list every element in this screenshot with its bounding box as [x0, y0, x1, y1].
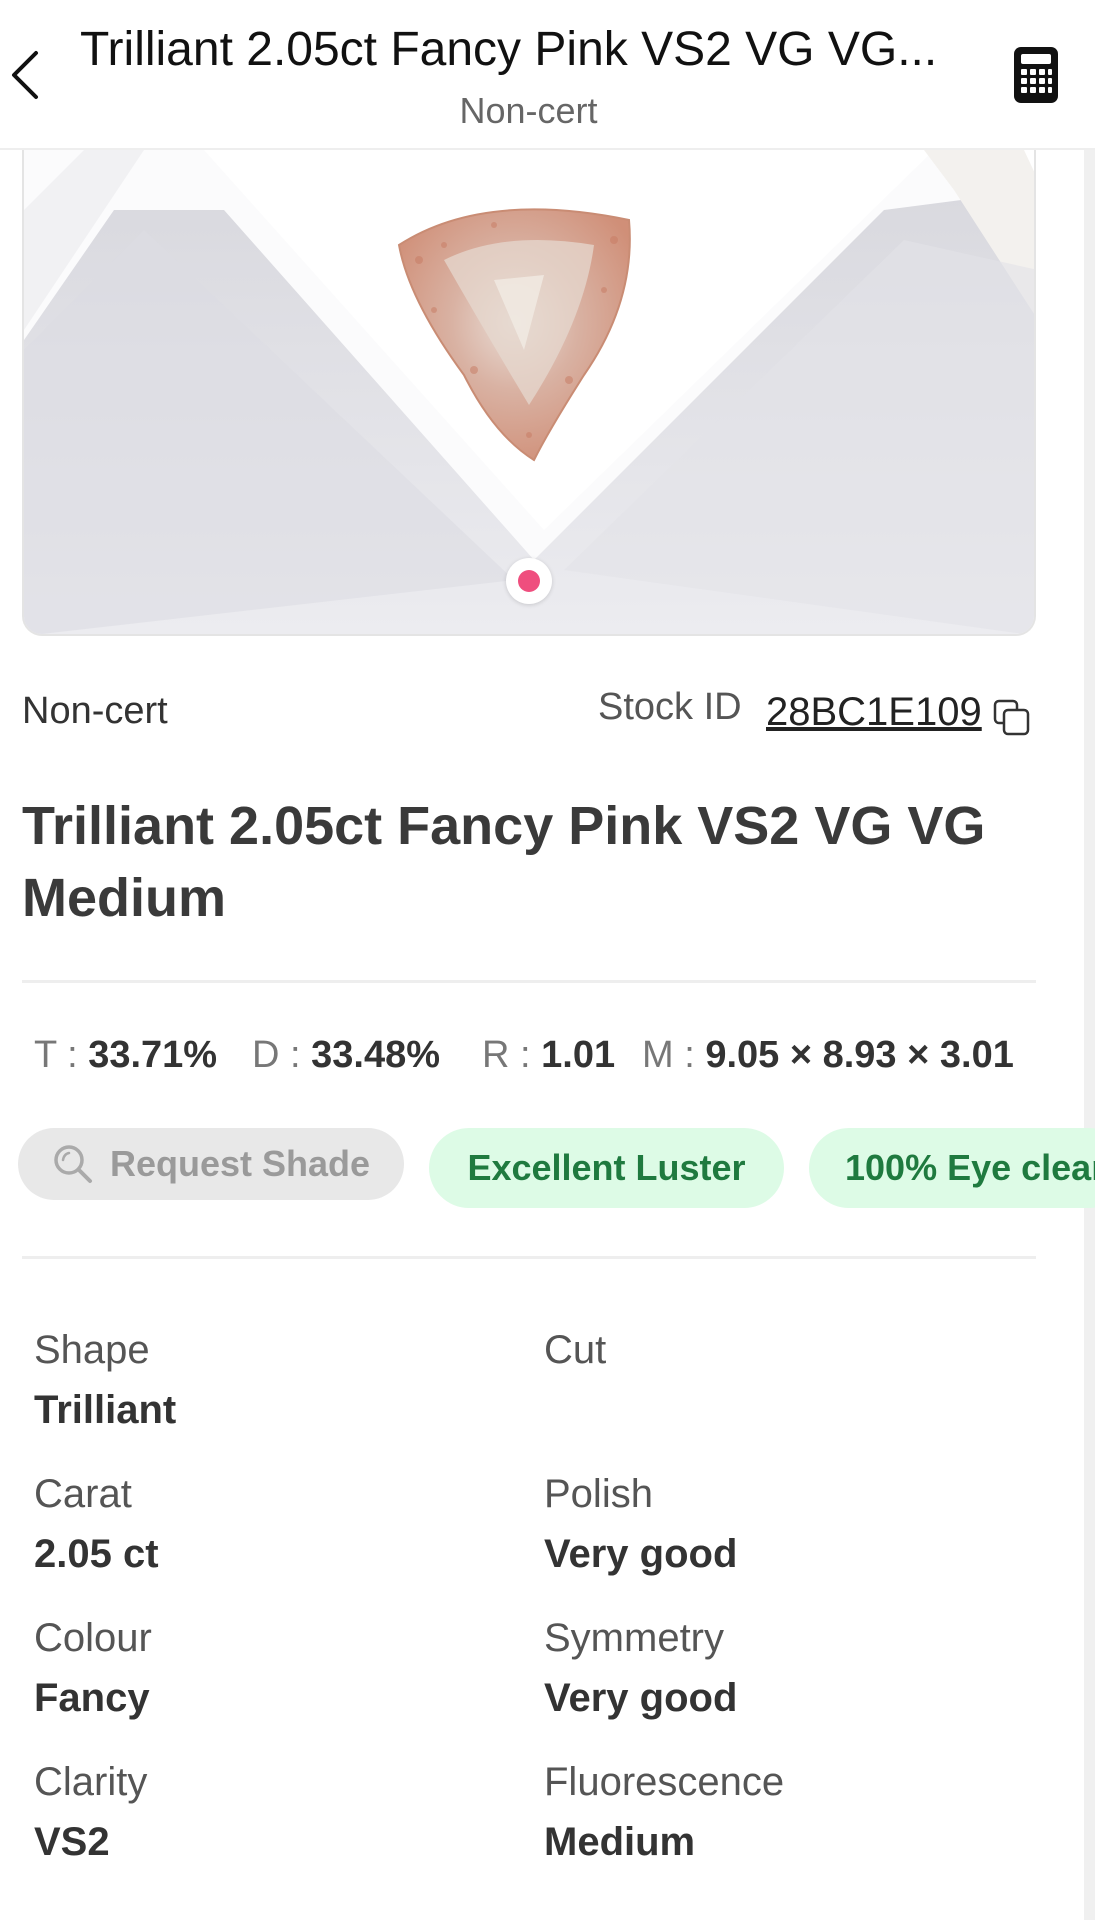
- measure-depth-value: 33.48%: [311, 1034, 441, 1076]
- request-shade-label: Request Shade: [109, 1143, 371, 1184]
- diamond-title: Trilliant 2.05ct Fancy Pink VS2 VG VG Me…: [22, 796, 986, 928]
- spec-clarity-label: Clarity: [34, 1760, 148, 1804]
- divider: [22, 980, 1036, 983]
- scrollbar-track: [1084, 150, 1095, 1920]
- spec-symmetry-value: Very good: [544, 1676, 738, 1720]
- luster-chip-label: Excellent Luster: [467, 1147, 746, 1188]
- measure-table-key: T :: [34, 1034, 78, 1076]
- calculator-button[interactable]: [1008, 44, 1064, 106]
- measure-dimensions-value: 9.05 × 8.93 × 3.01: [705, 1034, 1014, 1076]
- spec-symmetry-label: Symmetry: [544, 1616, 724, 1660]
- page-title: Trilliant 2.05ct Fancy Pink VS2 VG VG...: [80, 23, 938, 76]
- spec-clarity-value: VS2: [34, 1820, 110, 1864]
- calculator-icon: [1014, 47, 1058, 103]
- stock-id-label: Stock ID: [598, 686, 742, 728]
- spec-cut-label: Cut: [544, 1328, 607, 1372]
- spec-polish-value: Very good: [544, 1532, 738, 1576]
- measure-dimensions: M : 9.05 × 8.93 × 3.01: [642, 1034, 1014, 1077]
- measure-table-value: 33.71%: [88, 1034, 218, 1076]
- eye-clean-chip: 100% Eye clean: [809, 1128, 1095, 1208]
- measure-ratio-key: R :: [482, 1034, 531, 1076]
- diamond-detail-page: Trilliant 2.05ct Fancy Pink VS2 VG VG...…: [0, 0, 1095, 1920]
- divider: [22, 1256, 1036, 1259]
- cert-status: Non-cert: [22, 690, 168, 732]
- spec-colour-value: Fancy: [34, 1676, 150, 1720]
- stock-id-link[interactable]: 28BC1E109: [766, 690, 982, 735]
- spec-carat-label: Carat: [34, 1472, 132, 1516]
- spec-fluorescence-label: Fluorescence: [544, 1760, 785, 1804]
- measure-table: T : 33.71%: [34, 1034, 217, 1077]
- measure-depth-key: D :: [252, 1034, 301, 1076]
- spec-shape-value: Trilliant: [34, 1388, 177, 1432]
- spec-colour-label: Colour: [34, 1616, 152, 1660]
- spec-carat-value: 2.05 ct: [34, 1532, 159, 1576]
- copy-button[interactable]: [992, 698, 1032, 738]
- measure-ratio-value: 1.01: [541, 1034, 616, 1076]
- spec-fluorescence-value: Medium: [544, 1820, 696, 1864]
- spec-polish-label: Polish: [544, 1472, 653, 1516]
- request-shade-button[interactable]: Request Shade: [18, 1128, 404, 1200]
- luster-chip: Excellent Luster: [429, 1128, 784, 1208]
- copy-icon: [993, 699, 1030, 736]
- eye-clean-chip-label: 100% Eye clean: [845, 1147, 1095, 1188]
- spec-shape-label: Shape: [34, 1328, 150, 1372]
- page-subtitle: Non-cert: [459, 90, 598, 131]
- measure-dimensions-key: M :: [642, 1034, 695, 1076]
- carousel-indicator[interactable]: [506, 558, 552, 604]
- top-bar: Trilliant 2.05ct Fancy Pink VS2 VG VG...…: [0, 0, 1095, 150]
- search-icon: [54, 1145, 92, 1183]
- measure-ratio: R : 1.01: [482, 1034, 615, 1077]
- measure-depth: D : 33.48%: [252, 1034, 440, 1077]
